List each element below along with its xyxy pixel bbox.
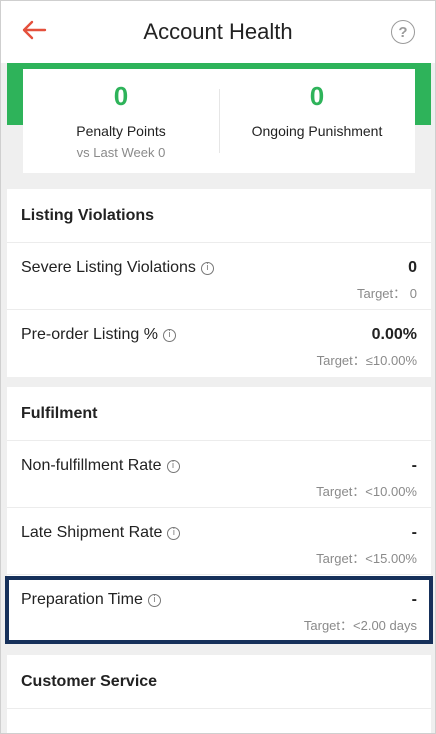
- ongoing-punishment-block[interactable]: 0 Ongoing Punishment: [219, 69, 415, 173]
- customer-service-section: Customer Service: [7, 655, 431, 733]
- section-title: Fulfilment: [7, 387, 431, 441]
- penalty-points-comparison: vs Last Week 0: [76, 145, 166, 160]
- info-icon[interactable]: i: [162, 328, 176, 342]
- metric-label: Preparation Time: [21, 591, 143, 608]
- penalty-points-label: Penalty Points: [76, 123, 166, 139]
- metric-target: Target：≤10.00%: [316, 353, 417, 368]
- metric-row-pre-order-listing[interactable]: Pre-order Listing % i 0.00% Target：≤10.0…: [7, 310, 431, 377]
- page-title: Account Health: [143, 19, 293, 44]
- ongoing-punishment-label: Ongoing Punishment: [251, 123, 383, 139]
- penalty-points-value: 0: [113, 81, 129, 111]
- metric-label: Late Shipment Rate: [21, 524, 163, 541]
- penalty-points-block[interactable]: 0 Penalty Points vs Last Week 0: [23, 69, 219, 173]
- section-title: Customer Service: [7, 655, 431, 709]
- metric-row-late-shipment-rate[interactable]: Late Shipment Rate i - Target：<15.00%: [7, 508, 431, 575]
- metric-row-preparation-time[interactable]: Preparation Time i - Target：<2.00 days: [7, 575, 431, 642]
- info-icon[interactable]: i: [166, 459, 180, 473]
- metric-row-non-fulfillment-rate[interactable]: Non-fulfillment Rate i - Target：<10.00%: [7, 441, 431, 508]
- metric-target: Target：<2.00 days: [303, 618, 417, 633]
- summary-card: 0 Penalty Points vs Last Week 0 0 Ongoin…: [23, 69, 415, 173]
- metric-label: Pre-order Listing %: [21, 326, 158, 343]
- metric-label-wrap: Severe Listing Violations i: [21, 259, 214, 277]
- metric-label: Non-fulfillment Rate: [21, 457, 162, 474]
- account-health-screen: Account Health ? 0 Penalty Points vs Las…: [0, 0, 436, 734]
- metric-label-wrap: Pre-order Listing % i: [21, 326, 176, 344]
- back-button[interactable]: [19, 17, 49, 47]
- metric-target: Target：<15.00%: [316, 551, 417, 566]
- metric-value: -: [411, 591, 417, 608]
- info-icon[interactable]: i: [200, 261, 214, 275]
- arrow-left-icon: [21, 20, 47, 45]
- help-glyph: ?: [398, 23, 408, 41]
- metric-label-wrap: Non-fulfillment Rate i: [21, 457, 180, 475]
- help-icon[interactable]: ?: [391, 20, 415, 44]
- ongoing-punishment-value: 0: [309, 81, 325, 111]
- info-icon[interactable]: i: [147, 593, 161, 607]
- metric-value: -: [411, 524, 417, 541]
- metric-row-severe-listing-violations[interactable]: Severe Listing Violations i 0 Target： 0: [7, 243, 431, 310]
- section-title: Listing Violations: [7, 189, 431, 243]
- metric-target: Target：<10.00%: [316, 484, 417, 499]
- listing-violations-section: Listing Violations Severe Listing Violat…: [7, 189, 431, 377]
- fulfilment-section: Fulfilment Non-fulfillment Rate i - Targ…: [7, 387, 431, 642]
- metric-label-wrap: Preparation Time i: [21, 591, 161, 609]
- metric-target: Target： 0: [357, 286, 417, 301]
- metric-value: 0.00%: [371, 326, 417, 343]
- metric-label-wrap: Late Shipment Rate i: [21, 524, 181, 542]
- metric-value: 0: [408, 259, 417, 276]
- info-icon[interactable]: i: [167, 526, 181, 540]
- top-bar: Account Health ?: [1, 1, 435, 63]
- metric-label: Severe Listing Violations: [21, 259, 196, 276]
- metric-value: -: [411, 457, 417, 474]
